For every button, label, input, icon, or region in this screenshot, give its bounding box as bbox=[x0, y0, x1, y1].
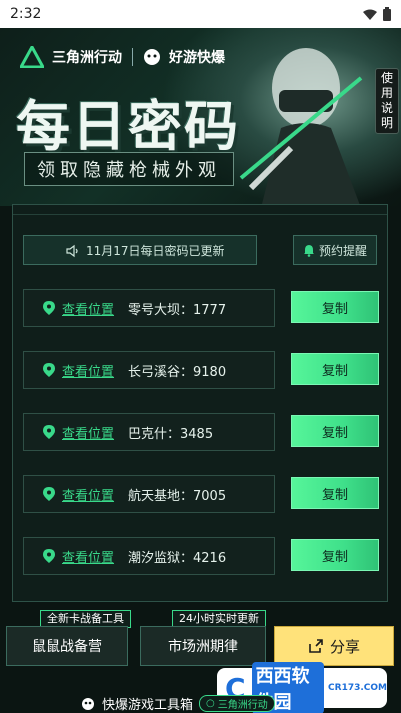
code-row: 查看位置 零号大坝：1777 复制 bbox=[23, 289, 379, 329]
haoyou-logo-icon bbox=[144, 49, 160, 65]
code-text: 潮汐监狱：4216 bbox=[128, 550, 227, 566]
code-row: 查看位置 航天基地：7005 复制 bbox=[23, 475, 379, 515]
view-location-link[interactable]: 查看位置 bbox=[62, 423, 114, 442]
shushu-button[interactable]: 鼠鼠战备营 bbox=[6, 626, 128, 666]
gamepad-icon bbox=[82, 697, 94, 710]
help-label-3: 说 bbox=[380, 101, 393, 115]
code-box: 查看位置 巴克什：3485 bbox=[23, 413, 275, 451]
panel-header-strip bbox=[13, 205, 387, 215]
page-title: 每日密码 bbox=[16, 95, 240, 158]
code-row: 查看位置 潮汐监狱：4216 复制 bbox=[23, 537, 379, 577]
code-text: 巴克什：3485 bbox=[128, 426, 214, 442]
page-subtitle: 领取隐藏枪械外观 bbox=[24, 152, 234, 186]
location-pin-icon bbox=[43, 549, 55, 563]
copy-button[interactable]: 复制 bbox=[291, 539, 379, 571]
location-pin-icon bbox=[43, 425, 55, 439]
battery-icon bbox=[383, 7, 391, 21]
speaker-icon bbox=[66, 244, 78, 258]
status-time: 2:32 bbox=[10, 6, 42, 22]
code-box: 查看位置 航天基地：7005 bbox=[23, 475, 275, 513]
code-row: 查看位置 巴克什：3485 复制 bbox=[23, 413, 379, 453]
status-icons bbox=[363, 7, 391, 21]
brand-left: 三角洲行动 bbox=[52, 50, 122, 66]
wifi-icon bbox=[363, 9, 377, 20]
bell-icon bbox=[303, 244, 314, 257]
codes-panel: 11月17日每日密码已更新 预约提醒 查看位置 零号大坝：1777 复制 查看位… bbox=[12, 204, 388, 602]
market-button[interactable]: 市场洲期律 bbox=[140, 626, 266, 666]
help-button[interactable]: 使 用 说 明 bbox=[375, 68, 399, 134]
status-bar: 2:32 bbox=[0, 0, 401, 28]
help-label-4: 明 bbox=[380, 116, 393, 130]
footer-label: 快爆游戏工具箱 bbox=[102, 698, 194, 713]
code-text: 航天基地：7005 bbox=[128, 488, 227, 504]
view-location-link[interactable]: 查看位置 bbox=[62, 299, 114, 318]
brand-separator bbox=[132, 48, 133, 66]
code-box: 查看位置 零号大坝：1777 bbox=[23, 289, 275, 327]
delta-logo-icon bbox=[20, 46, 44, 68]
copy-button[interactable]: 复制 bbox=[291, 477, 379, 509]
view-location-link[interactable]: 查看位置 bbox=[62, 361, 114, 380]
footer-pill[interactable]: ○ 三角洲行动 bbox=[199, 695, 275, 712]
code-row: 查看位置 长弓溪谷：9180 复制 bbox=[23, 351, 379, 391]
remind-button[interactable]: 预约提醒 bbox=[293, 235, 377, 265]
location-pin-icon bbox=[43, 301, 55, 315]
hero-banner: 三角洲行动 好游快爆 每日密码 领取隐藏枪械外观 使 用 说 明 bbox=[0, 28, 401, 206]
help-label-1: 使 bbox=[380, 71, 393, 85]
character-illustration bbox=[239, 48, 363, 206]
brand-right: 好游快爆 bbox=[169, 50, 225, 66]
copy-button[interactable]: 复制 bbox=[291, 353, 379, 385]
footer-bar: 快爆游戏工具箱 ○ 三角洲行动 bbox=[80, 695, 340, 713]
share-button[interactable]: 分享 bbox=[274, 626, 394, 666]
watermark-url: CR173.COM bbox=[328, 683, 387, 693]
remind-label: 预约提醒 bbox=[318, 243, 367, 258]
copy-button[interactable]: 复制 bbox=[291, 291, 379, 323]
code-box: 查看位置 潮汐监狱：4216 bbox=[23, 537, 275, 575]
code-text: 零号大坝：1777 bbox=[128, 302, 227, 318]
footer-pill-label: 三角洲行动 bbox=[217, 700, 268, 711]
brand-bar: 三角洲行动 好游快爆 bbox=[20, 46, 225, 68]
share-icon bbox=[309, 639, 323, 653]
share-label: 分享 bbox=[329, 637, 360, 656]
update-notice: 11月17日每日密码已更新 bbox=[23, 235, 257, 265]
view-location-link[interactable]: 查看位置 bbox=[62, 485, 114, 504]
copy-button[interactable]: 复制 bbox=[291, 415, 379, 447]
code-box: 查看位置 长弓溪谷：9180 bbox=[23, 351, 275, 389]
help-label-2: 用 bbox=[380, 86, 393, 100]
update-text: 11月17日每日密码已更新 bbox=[86, 243, 225, 258]
location-pin-icon bbox=[43, 363, 55, 377]
location-pin-icon bbox=[43, 487, 55, 501]
search-icon: ○ bbox=[206, 698, 215, 709]
code-text: 长弓溪谷：9180 bbox=[128, 364, 227, 380]
view-location-link[interactable]: 查看位置 bbox=[62, 547, 114, 566]
